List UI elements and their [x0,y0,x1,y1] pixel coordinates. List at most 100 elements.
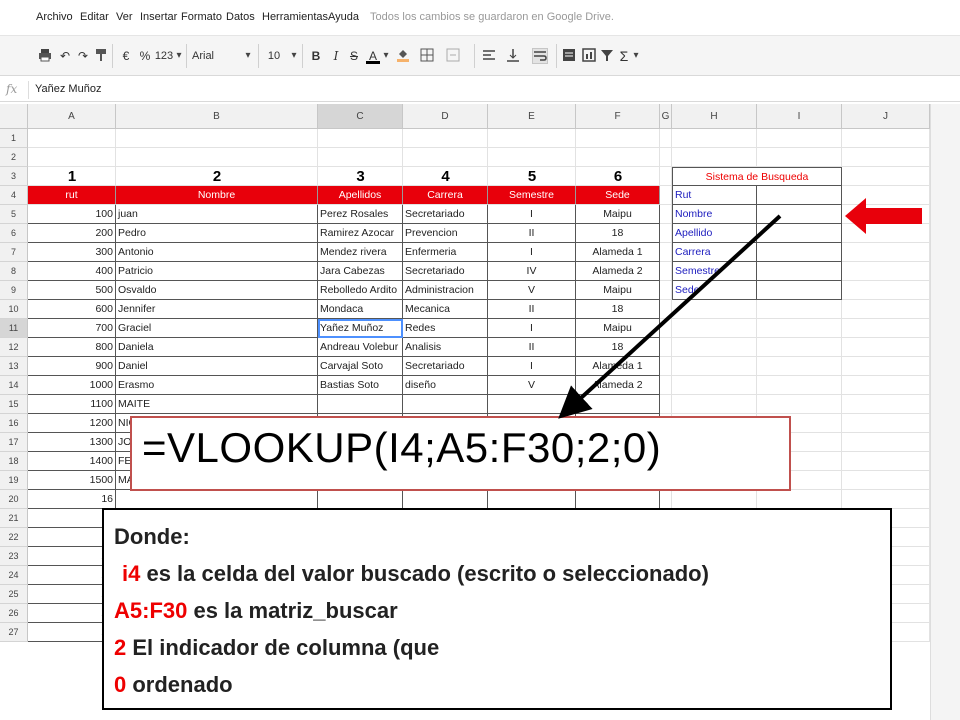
grid-cell[interactable] [672,300,757,319]
grid-cell[interactable] [672,395,757,414]
wrap-text-icon[interactable] [532,48,548,64]
grid-cell[interactable] [842,471,930,490]
table-cell[interactable]: Osvaldo [116,281,318,300]
grid-cell[interactable] [660,395,672,414]
grid-cell[interactable] [403,148,488,167]
table-cell[interactable]: II [488,224,576,243]
table-cell[interactable]: Administracion [403,281,488,300]
grid-cell[interactable] [403,129,488,148]
table-cell[interactable]: 18 [576,224,660,243]
table-cell[interactable]: V [488,376,576,395]
table-cell[interactable]: Secretariado [403,262,488,281]
grid-cell[interactable] [672,129,757,148]
menu-ver[interactable]: Ver [116,11,133,23]
grid-cell[interactable] [757,148,842,167]
column-header-d[interactable]: D [403,104,488,129]
table-cell[interactable]: Erasmo [116,376,318,395]
table-cell[interactable]: Maipu [576,319,660,338]
table-cell[interactable]: I [488,243,576,262]
table-cell[interactable]: Alameda 1 [576,357,660,376]
row-header-12[interactable]: 12 [0,338,28,357]
menu-insertar[interactable]: Insertar [140,11,177,23]
column-header-c[interactable]: C [318,104,403,129]
row-header-22[interactable]: 22 [0,528,28,547]
table-cell[interactable]: Alameda 1 [576,243,660,262]
grid-cell[interactable] [842,319,930,338]
table-cell[interactable]: Carvajal Soto [318,357,403,376]
paint-format-icon[interactable] [94,48,108,64]
grid-cell[interactable] [660,281,672,300]
table-cell[interactable]: juan [116,205,318,224]
table-cell[interactable]: 600 [28,300,116,319]
table-cell[interactable]: Secretariado [403,357,488,376]
table-cell[interactable]: 16 [28,490,116,509]
busqueda-input-semestre[interactable] [757,262,842,281]
table-cell[interactable]: Maipu [576,281,660,300]
table-cell[interactable] [576,395,660,414]
grid-cell[interactable] [660,167,672,186]
row-header-25[interactable]: 25 [0,585,28,604]
chevron-down-icon[interactable]: ▾ [632,48,640,64]
busqueda-input-carrera[interactable] [757,243,842,262]
grid-cell[interactable] [28,129,116,148]
table-cell[interactable]: Mondaca [318,300,403,319]
table-cell[interactable]: Daniel [116,357,318,376]
grid-cell[interactable] [842,395,930,414]
grid-cell[interactable] [842,224,930,243]
row-header-17[interactable]: 17 [0,433,28,452]
table-cell[interactable]: Maipu [576,205,660,224]
table-cell[interactable]: Pedro [116,224,318,243]
comment-icon[interactable] [562,48,576,64]
table-cell[interactable]: 100 [28,205,116,224]
table-cell[interactable]: Yañez Muñoz [318,319,403,338]
menu-archivo[interactable]: Archivo [36,11,73,23]
chevron-down-icon[interactable]: ▾ [382,48,390,64]
table-cell[interactable]: V [488,281,576,300]
table-cell[interactable] [488,490,576,509]
grid-cell[interactable] [757,357,842,376]
busqueda-input-rut[interactable] [757,186,842,205]
table-cell[interactable] [318,395,403,414]
grid-cell[interactable] [318,129,403,148]
grid-cell[interactable] [842,452,930,471]
row-header-24[interactable]: 24 [0,566,28,585]
busqueda-input-sede[interactable] [757,281,842,300]
table-cell[interactable]: Enfermeria [403,243,488,262]
grid-cell[interactable] [842,205,930,224]
grid-cell[interactable] [672,376,757,395]
table-cell[interactable]: Bastias Soto [318,376,403,395]
table-cell[interactable]: 1400 [28,452,116,471]
row-header-10[interactable]: 10 [0,300,28,319]
menu-editar[interactable]: Editar [80,11,109,23]
percent-button[interactable]: % [138,48,152,64]
table-cell[interactable]: Alameda 2 [576,376,660,395]
table-cell[interactable]: 800 [28,338,116,357]
table-cell[interactable]: diseño [403,376,488,395]
column-header-f[interactable]: F [576,104,660,129]
table-cell[interactable]: 300 [28,243,116,262]
table-cell[interactable]: II [488,338,576,357]
table-cell[interactable]: Mecanica [403,300,488,319]
chevron-down-icon[interactable]: ▾ [290,48,298,64]
grid-cell[interactable] [672,357,757,376]
grid-cell[interactable] [660,490,672,509]
vertical-align-icon[interactable] [506,48,520,64]
table-cell[interactable]: Redes [403,319,488,338]
fill-color-icon[interactable] [396,48,410,64]
table-cell[interactable]: Mendez rivera [318,243,403,262]
table-cell[interactable] [403,490,488,509]
functions-button[interactable]: Σ [618,48,630,64]
text-color-button[interactable]: A [366,48,380,64]
grid-cell[interactable] [576,129,660,148]
table-cell[interactable]: Ramirez Azocar [318,224,403,243]
table-cell[interactable]: 1500 [28,471,116,490]
grid-cell[interactable] [842,167,930,186]
table-cell[interactable]: 1100 [28,395,116,414]
grid-cell[interactable] [116,148,318,167]
redo-icon[interactable]: ↷ [76,48,90,64]
grid-cell[interactable] [576,148,660,167]
column-header-i[interactable]: I [757,104,842,129]
table-cell[interactable]: Analisis [403,338,488,357]
undo-icon[interactable]: ↶ [58,48,72,64]
font-select[interactable]: Arial [192,48,232,64]
